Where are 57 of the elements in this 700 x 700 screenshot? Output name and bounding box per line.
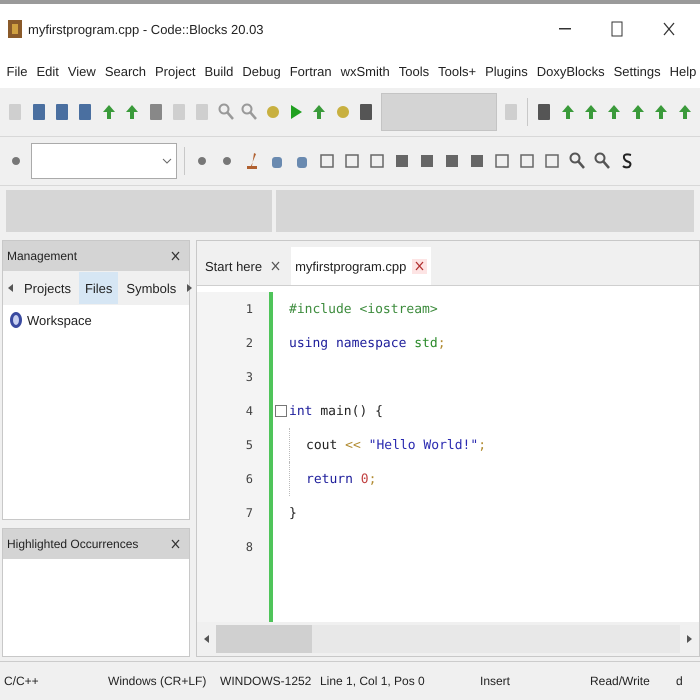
panel-title: Management <box>7 249 78 263</box>
menu-item[interactable]: Help <box>665 59 700 83</box>
menu-item[interactable]: Settings <box>609 59 666 83</box>
editor-tab[interactable]: myfirstprogram.cpp <box>291 247 432 285</box>
panel-tab[interactable]: Files <box>78 272 118 304</box>
code-line: int main() { <box>289 403 383 420</box>
status-text: Windows (CR+LF) <box>107 674 208 688</box>
menu-item[interactable]: View <box>63 59 100 83</box>
menu-item[interactable]: Tools <box>394 59 434 83</box>
status-text: Read/Write <box>589 674 651 688</box>
status-text: Insert <box>479 674 512 688</box>
code-line: using namespace std; <box>289 335 446 352</box>
editor-tab[interactable]: Start here <box>201 247 288 285</box>
panel-tab[interactable]: Symbols <box>120 272 182 304</box>
line-number: 8 <box>246 540 254 554</box>
window-title: myfirstprogram.cpp - Code::Blocks 20.03 <box>28 22 265 36</box>
workspace-icon <box>9 311 23 329</box>
status-text: d <box>675 674 684 688</box>
menu-item[interactable]: Fortran <box>285 59 336 83</box>
panel-tab[interactable]: Projects <box>18 272 77 304</box>
tree-item[interactable]: Workspace <box>27 312 92 328</box>
status-text: C/C++ <box>3 674 40 688</box>
line-number: 7 <box>246 506 254 520</box>
app-icon <box>8 20 22 38</box>
tab-label: myfirstprogram.cpp <box>295 258 406 274</box>
menu-item[interactable]: File <box>2 59 32 83</box>
status-text: Line 1, Col 1, Pos 0 <box>319 674 426 688</box>
scrollbar-thumb[interactable] <box>216 625 312 653</box>
menu-item[interactable]: Plugins <box>480 59 532 83</box>
line-number: 2 <box>246 336 254 350</box>
menu-item[interactable]: Debug <box>238 59 286 83</box>
code-line: return 0; <box>306 471 376 488</box>
menu-item[interactable]: wxSmith <box>336 59 394 83</box>
line-number: 1 <box>246 302 254 316</box>
menu-item[interactable]: Project <box>150 59 200 83</box>
menu-item[interactable]: DoxyBlocks <box>532 59 610 83</box>
panel-title: Highlighted Occurrences <box>7 537 138 552</box>
status-text: WINDOWS-1252 <box>219 674 312 688</box>
code-line: } <box>289 505 297 522</box>
minimize-icon[interactable] <box>559 28 571 30</box>
line-number: 3 <box>246 370 254 384</box>
fold-marker-icon <box>275 405 287 417</box>
menu-item[interactable]: Edit <box>32 59 64 83</box>
tab-label: Start here <box>205 258 262 274</box>
code-line: #include <iostream> <box>289 301 438 318</box>
code-line: cout << "Hello World!"; <box>306 437 486 454</box>
maximize-icon[interactable] <box>611 21 623 37</box>
chevron-down-icon <box>162 158 172 164</box>
symbol-select[interactable] <box>31 143 177 179</box>
menu-item[interactable]: Build <box>200 59 238 83</box>
close-icon[interactable] <box>412 258 428 274</box>
close-icon[interactable] <box>663 22 675 36</box>
menu-item[interactable]: Search <box>100 59 151 83</box>
menu-item[interactable]: Tools+ <box>434 59 481 83</box>
line-number: 4 <box>246 404 254 418</box>
line-number: 5 <box>246 438 254 452</box>
line-number: 6 <box>246 472 254 486</box>
